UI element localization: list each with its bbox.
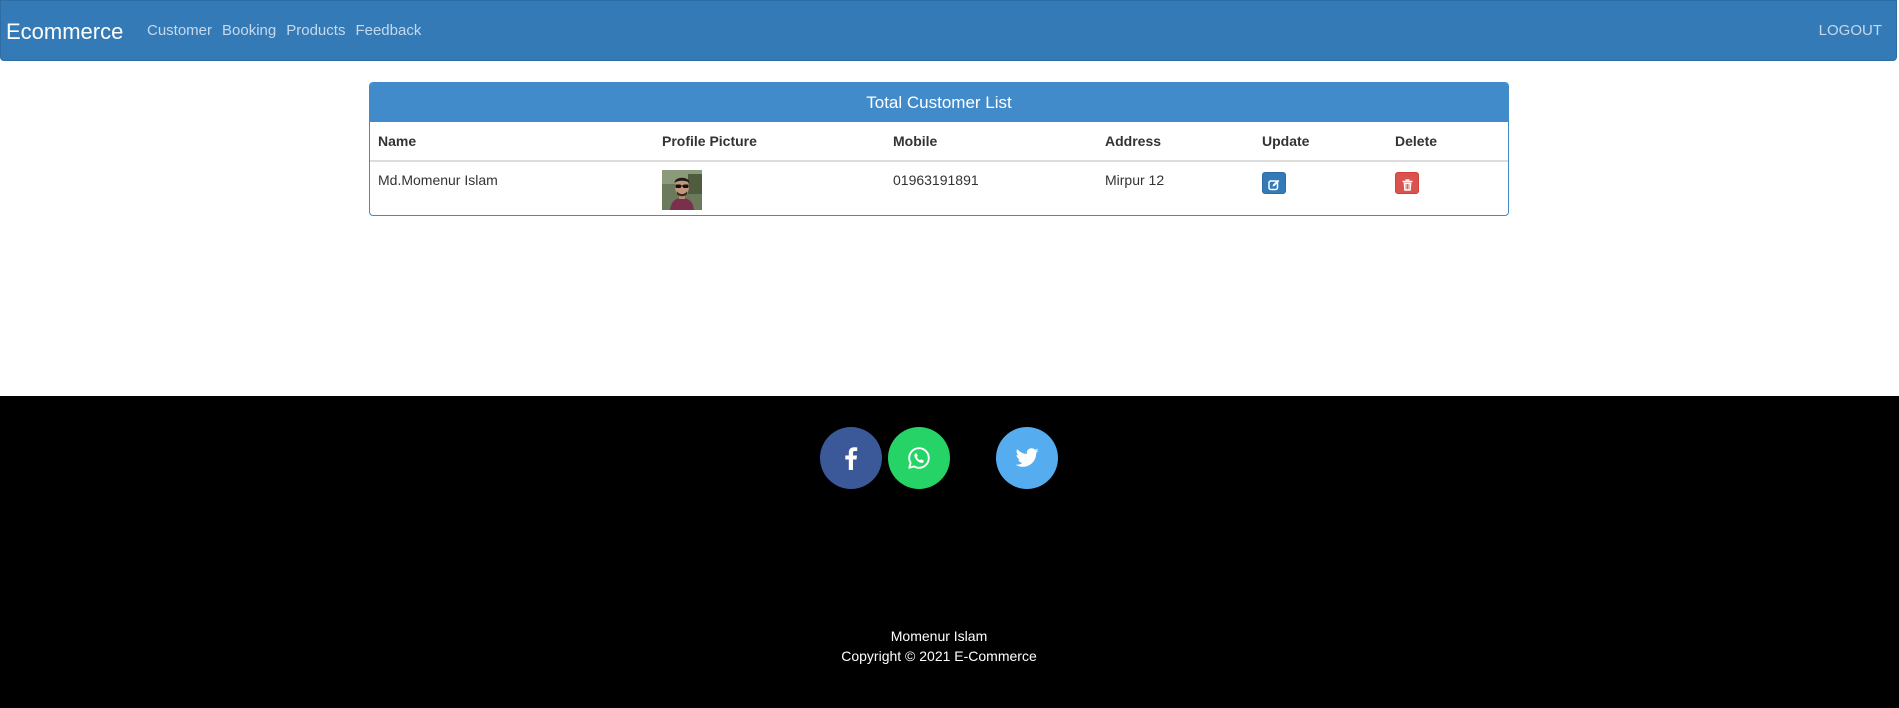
profile-picture-avatar [662,170,702,210]
customer-list-panel: Total Customer List Name Profile Picture… [369,82,1509,216]
column-header-profile-picture: Profile Picture [654,122,885,162]
twitter-button[interactable] [996,427,1058,489]
nav-link-customer[interactable]: Customer [147,21,212,41]
brand-link[interactable]: Ecommerce [6,19,123,45]
footer-copyright: Copyright © 2021 E-Commerce [841,648,1037,664]
cell-name: Md.Momenur Islam [378,172,498,188]
whatsapp-icon [908,447,930,469]
cell-address: Mirpur 12 [1105,172,1165,188]
delete-button[interactable] [1395,172,1419,194]
customer-table: Name Profile Picture Mobile Address Upda… [370,122,1508,215]
column-header-name: Name [370,122,654,162]
site-footer: Momenur Islam Copyright © 2021 E-Commerc… [0,396,1899,708]
column-header-mobile: Mobile [885,122,1097,162]
cell-delete [1387,161,1508,215]
edit-icon [1268,180,1280,191]
facebook-icon [845,447,858,470]
column-header-delete: Delete [1387,122,1508,162]
cell-update [1254,161,1387,215]
footer-author: Momenur Islam [890,628,988,644]
update-button[interactable] [1262,172,1286,194]
nav-link-booking[interactable]: Booking [222,21,276,41]
footer-text: Momenur Islam Copyright © 2021 E-Commerc… [0,626,1878,666]
panel-title: Total Customer List [370,83,1508,122]
nav-links: Customer Booking Products Feedback [147,21,421,41]
nav-link-products[interactable]: Products [286,21,345,41]
table-header-row: Name Profile Picture Mobile Address Upda… [370,122,1508,162]
trash-icon [1402,179,1412,191]
table-row: Md.Momenur Islam 01963191891 Mirpur 12 [370,161,1508,215]
top-navbar: Ecommerce Customer Booking Products Feed… [0,0,1897,61]
twitter-icon [1015,448,1039,467]
cell-mobile: 01963191891 [893,172,979,188]
facebook-button[interactable] [820,427,882,489]
cell-profile-picture [654,161,885,215]
column-header-update: Update [1254,122,1387,162]
column-header-address: Address [1097,122,1254,162]
logout-link[interactable]: LOGOUT [1819,21,1882,41]
whatsapp-button[interactable] [888,427,950,489]
nav-link-feedback[interactable]: Feedback [355,21,421,41]
